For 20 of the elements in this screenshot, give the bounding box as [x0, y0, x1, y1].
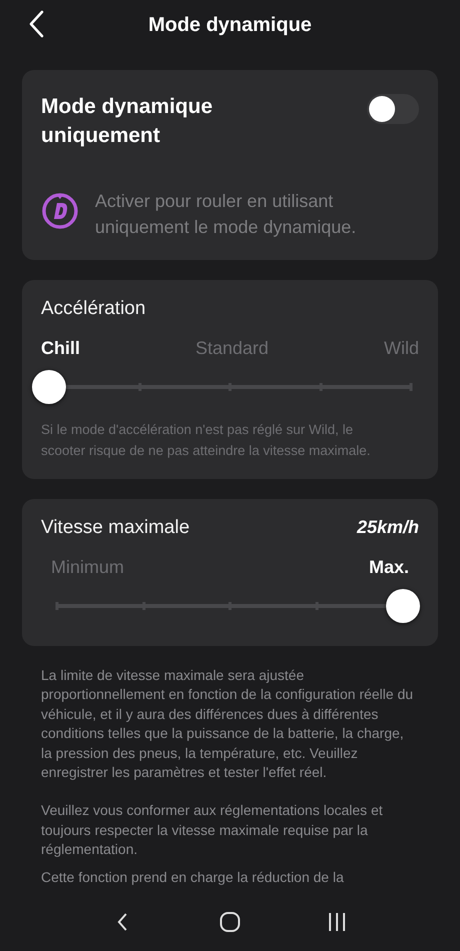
info-paragraph: La limite de vitesse maximale sera ajustée proportionnellement en fonction de la configuration réelle du véhicule, et il y aura des différences dues à différentes conditions telles que la puissance de la batterie, la charge, la pression des pneus, la température, etc. Veuillez enregistrer les paramètres et tester l'effet réel.: [41, 666, 414, 782]
limit-option[interactable]: Max.: [368, 557, 409, 578]
mode-option[interactable]: Wild: [384, 338, 419, 359]
info-paragraph: Veuillez vous conformer aux réglementations locales et toujours respecter la vitesse maximale requise par la réglementation.: [41, 801, 384, 860]
mode-option[interactable]: Chill: [41, 338, 80, 359]
slider-thumb[interactable]: [386, 589, 420, 623]
slider-thumb[interactable]: [32, 370, 66, 404]
toggle-switch[interactable]: [367, 94, 419, 124]
page-title: Mode dynamique: [148, 14, 312, 36]
mode-option[interactable]: Standard: [195, 338, 269, 359]
speed-value: 25km/h: [356, 517, 419, 538]
section-title: Accélération: [41, 298, 147, 320]
section-title: Vitesse maximale: [41, 517, 190, 539]
home-nav-icon[interactable]: [218, 910, 242, 934]
setting-description: Activer pour rouler en utilisant uniquement le mode dynamique.: [95, 190, 358, 239]
setting-title: Mode dynamique uniquement: [41, 94, 214, 149]
limit-option[interactable]: Minimum: [51, 557, 124, 578]
hint-text: Si le mode d'accélération n'est pas réglé sur Wild, le scooter risque de ne pas atteindre la vitesse maximale.: [41, 421, 372, 460]
dynamic-mode-icon: [41, 192, 79, 230]
info-paragraph: Cette fonction prend en charge la réduction de la: [41, 868, 345, 886]
